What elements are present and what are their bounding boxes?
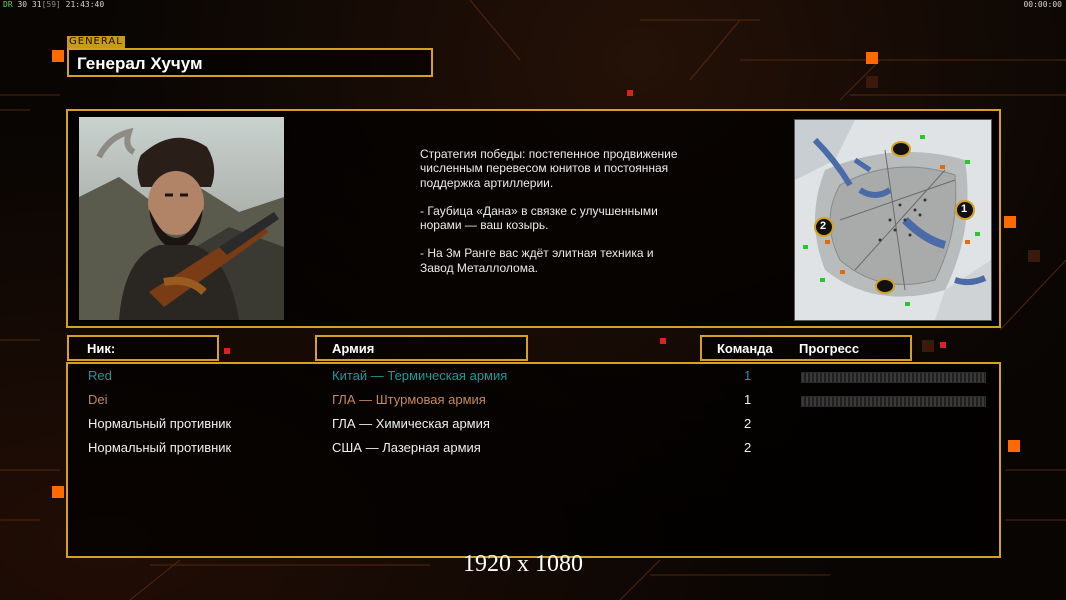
resolution-watermark: 1920 x 1080	[463, 551, 583, 577]
game-timer: 00:00:00	[1023, 0, 1062, 9]
player-row: Dei ГЛА — Штурмовая армия 1	[68, 392, 999, 414]
strategy-paragraph-1: Стратегия победы: постепенное продвижени…	[420, 147, 678, 190]
loading-progress-bar	[801, 372, 986, 383]
player-army: ГЛА — Штурмовая армия	[332, 392, 486, 407]
debug-stats: DR 30 31[59] 21:43:40	[3, 0, 104, 9]
player-row: Нормальный противник США — Лазерная арми…	[68, 440, 999, 462]
debug-fps: [59]	[41, 0, 61, 9]
player-team: 1	[744, 368, 752, 383]
strategy-paragraph-2: - Гаубица «Дана» в связке с улучшенными …	[420, 203, 658, 233]
strategy-description: Стратегия победы: постепенное продвижени…	[420, 147, 680, 289]
player-nick: Нормальный противник	[88, 416, 232, 431]
strategy-paragraph-3: - На 3м Ранге вас ждёт элитная техника и…	[420, 246, 654, 275]
general-title-box: Генерал Хучум	[67, 48, 433, 77]
player-team: 2	[744, 416, 752, 431]
nick-column-header: Ник:	[67, 335, 219, 361]
loading-progress-bar	[801, 396, 986, 407]
player-nick: Red	[88, 368, 112, 383]
player-row: Red Китай — Термическая армия 1	[68, 368, 999, 390]
start-position-1-label: 1	[961, 203, 968, 215]
progress-header-label: Прогресс	[799, 341, 860, 356]
map-preview[interactable]: 1 2	[794, 119, 992, 321]
player-team: 1	[744, 392, 752, 407]
player-army: ГЛА — Химическая армия	[332, 416, 490, 431]
team-progress-column-header: Команда Прогресс	[700, 335, 912, 361]
debug-prefix: DR	[3, 0, 13, 9]
player-row: Нормальный противник ГЛА — Химическая ар…	[68, 416, 999, 438]
player-army: США — Лазерная армия	[332, 440, 481, 455]
general-tag: GENERAL	[67, 36, 125, 48]
nick-header-label: Ник:	[87, 341, 116, 356]
players-panel: Red Китай — Термическая армия 1 Dei ГЛА …	[66, 362, 1001, 558]
player-army: Китай — Термическая армия	[332, 368, 508, 383]
general-portrait	[79, 117, 284, 320]
team-header-label: Команда	[717, 341, 773, 356]
army-header-label: Армия	[332, 341, 375, 356]
army-column-header: Армия	[315, 335, 528, 361]
debug-clock: 21:43:40	[65, 0, 105, 9]
player-nick: Нормальный противник	[88, 440, 232, 455]
general-name: Генерал Хучум	[77, 54, 203, 73]
start-position-2-label: 2	[820, 220, 827, 232]
debug-counters: 30 31	[17, 0, 42, 9]
player-nick: Dei	[88, 392, 108, 407]
player-team: 2	[744, 440, 752, 455]
